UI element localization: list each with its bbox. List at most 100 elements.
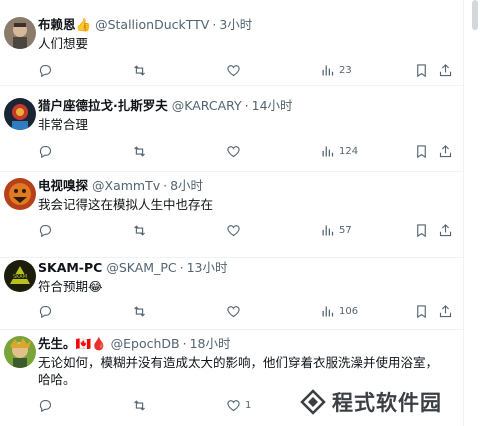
share-icon <box>439 304 452 317</box>
reply-icon <box>39 145 52 158</box>
heart-icon <box>227 145 240 157</box>
user-handle[interactable]: @XammTv <box>92 178 160 194</box>
svg-text:SKAM: SKAM <box>13 274 27 280</box>
user-handle[interactable]: @SKAM_PC <box>106 260 176 276</box>
watermark-text: 程式软件园 <box>332 391 442 415</box>
scrollbar-thumb[interactable] <box>472 0 478 30</box>
reply-button[interactable] <box>38 221 53 239</box>
post-time[interactable]: 18小时 <box>190 336 231 352</box>
post-header: 布赖恩👍 @StallionDuckTTV · 3小时 <box>38 17 252 33</box>
share-icon <box>439 223 452 236</box>
post-time[interactable]: 8小时 <box>170 178 203 194</box>
share-button[interactable] <box>438 221 453 239</box>
avatar[interactable] <box>4 336 36 368</box>
bookmark-icon <box>417 304 426 318</box>
action-bar: 57 <box>38 221 464 239</box>
reply-button[interactable] <box>38 61 53 79</box>
reply-post[interactable]: 电视嗅探 @XammTv · 8小时 我会记得这在模拟人生中也存在 57 <box>0 172 464 258</box>
share-button[interactable] <box>438 302 453 320</box>
separator-dot: · <box>244 98 249 113</box>
reply-button[interactable] <box>38 142 53 160</box>
bookmark-icon <box>417 63 426 77</box>
user-handle[interactable]: @KARCARY <box>172 98 242 114</box>
reply-post[interactable]: SKAM SKAM-PC @SKAM_PC · 13小时 符合预期😂 106 <box>0 258 464 330</box>
bookmark-button[interactable] <box>414 221 429 239</box>
reply-feed: 布赖恩👍 @StallionDuckTTV · 3小时 人们想要 23 猎户座德… <box>0 0 464 426</box>
diamond-logo-icon <box>300 389 326 415</box>
post-text: 人们想要 <box>38 36 89 51</box>
like-button[interactable]: 1 <box>226 396 251 414</box>
action-bar: 106 <box>38 302 464 320</box>
reply-icon <box>39 399 52 412</box>
views-button[interactable]: 57 <box>320 221 352 239</box>
reply-icon <box>39 64 52 77</box>
avatar[interactable] <box>4 98 36 130</box>
heart-icon <box>227 399 240 411</box>
repost-button[interactable] <box>132 302 147 320</box>
avatar[interactable] <box>4 178 36 210</box>
display-name[interactable]: SKAM-PC <box>38 260 102 276</box>
like-button[interactable] <box>226 221 241 239</box>
user-handle[interactable]: @EpochDB <box>111 336 180 352</box>
heart-icon <box>227 64 240 76</box>
post-time[interactable]: 3小时 <box>219 17 252 33</box>
reply-button[interactable] <box>38 302 53 320</box>
like-button[interactable] <box>226 61 241 79</box>
like-button[interactable] <box>226 142 241 160</box>
likes-count: 1 <box>245 399 252 411</box>
user-handle[interactable]: @StallionDuckTTV <box>95 17 209 33</box>
display-name[interactable]: 先生。🇨🇦🩸 <box>38 336 107 352</box>
post-header: 电视嗅探 @XammTv · 8小时 <box>38 178 203 194</box>
repost-icon <box>134 64 145 76</box>
views-button[interactable]: 124 <box>320 142 358 160</box>
share-button[interactable] <box>438 61 453 79</box>
repost-button[interactable] <box>132 221 147 239</box>
views-count: 124 <box>339 145 359 157</box>
post-header: SKAM-PC @SKAM_PC · 13小时 <box>38 260 227 276</box>
views-count: 23 <box>339 64 352 76</box>
display-name[interactable]: 布赖恩👍 <box>38 17 91 33</box>
views-button[interactable]: 23 <box>320 61 352 79</box>
reply-post[interactable]: 猎户座德拉戈·扎斯罗夫 @KARCARY · 14小时 非常合理 124 <box>0 86 464 172</box>
action-bar: 23 <box>38 61 464 79</box>
share-icon <box>439 63 452 76</box>
bookmark-button[interactable] <box>414 61 429 79</box>
avatar[interactable] <box>4 17 36 49</box>
post-text: 我会记得这在模拟人生中也存在 <box>38 197 214 212</box>
repost-button[interactable] <box>132 142 147 160</box>
display-name[interactable]: 电视嗅探 <box>38 178 88 194</box>
views-icon <box>322 306 334 316</box>
post-header: 猎户座德拉戈·扎斯罗夫 @KARCARY · 14小时 <box>38 98 293 114</box>
like-button[interactable] <box>226 302 241 320</box>
action-bar: 124 <box>38 142 464 160</box>
bookmark-button[interactable] <box>414 142 429 160</box>
repost-icon <box>134 224 145 236</box>
views-count: 106 <box>339 305 359 317</box>
bookmark-icon <box>417 223 426 237</box>
share-icon <box>439 144 452 157</box>
heart-icon <box>227 305 240 317</box>
views-count: 57 <box>339 224 352 236</box>
display-name[interactable]: 猎户座德拉戈·扎斯罗夫 <box>38 98 168 114</box>
repost-button[interactable] <box>132 61 147 79</box>
post-text: 无论如何，模糊并没有造成太大的影响，他们穿着衣服洗澡并使用浴室，哈哈。 <box>38 355 439 387</box>
watermark: 程式软件园 <box>300 384 480 420</box>
reply-post[interactable]: 布赖恩👍 @StallionDuckTTV · 3小时 人们想要 23 <box>0 0 464 86</box>
views-icon <box>322 225 334 235</box>
reply-button[interactable] <box>38 396 53 414</box>
post-text: 符合预期😂 <box>38 279 103 294</box>
post-text: 非常合理 <box>38 117 89 132</box>
views-icon <box>322 146 334 156</box>
post-time[interactable]: 14小时 <box>252 98 293 114</box>
avatar[interactable]: SKAM <box>4 260 36 292</box>
reply-icon <box>39 224 52 237</box>
views-button[interactable]: 106 <box>320 302 358 320</box>
post-time[interactable]: 13小时 <box>187 260 228 276</box>
separator-dot: · <box>179 260 184 275</box>
heart-icon <box>227 224 240 236</box>
repost-button[interactable] <box>132 396 147 414</box>
post-header: 先生。🇨🇦🩸 @EpochDB · 18小时 <box>38 336 231 352</box>
bookmark-button[interactable] <box>414 302 429 320</box>
share-button[interactable] <box>438 142 453 160</box>
repost-icon <box>134 399 145 411</box>
